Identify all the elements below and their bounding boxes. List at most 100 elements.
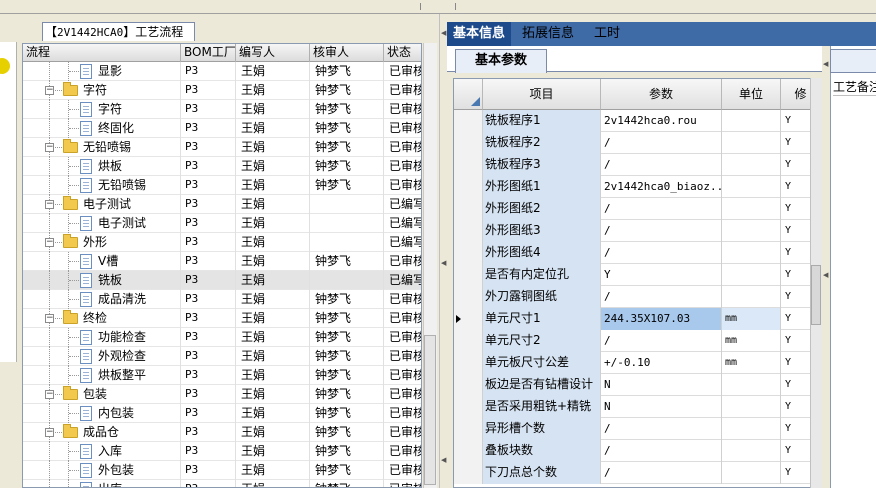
process-notes-tab[interactable] <box>830 49 876 73</box>
chevron-left-icon[interactable]: ◀ <box>441 259 446 268</box>
tree-row[interactable]: 显影 P3 王娟 钟梦飞 已审核 <box>23 62 421 81</box>
parameter-value[interactable]: 2v1442hca0_biaoz... <box>601 176 722 198</box>
grid-scrollbar-thumb[interactable] <box>811 265 821 325</box>
parameter-unit[interactable]: mm <box>722 308 781 330</box>
row-indicator[interactable] <box>454 176 483 198</box>
row-indicator[interactable] <box>454 154 483 176</box>
tree-row[interactable]: 烘板整平 P3 王娟 钟梦飞 已审核 <box>23 366 421 385</box>
parameter-unit[interactable]: mm <box>722 352 781 374</box>
tree-row[interactable]: 字符 P3 王娟 钟梦飞 已审核 <box>23 100 421 119</box>
collapse-icon[interactable]: − <box>45 238 54 247</box>
parameter-unit[interactable] <box>722 264 781 286</box>
parameter-value[interactable]: / <box>601 286 722 308</box>
parameter-row[interactable]: 叠板块数 / Y <box>454 440 814 462</box>
parameter-value[interactable]: / <box>601 242 722 264</box>
panel-splitter[interactable]: ◀ ◀ ◀ <box>439 14 447 488</box>
row-indicator[interactable] <box>454 374 483 396</box>
collapse-icon[interactable]: − <box>45 200 54 209</box>
parameter-row[interactable]: 单元尺寸1 244.35X107.03 mm Y <box>454 308 814 330</box>
splitter-grip-icon[interactable] <box>420 3 456 10</box>
column-header-writer[interactable]: 编写人 <box>236 44 310 62</box>
column-header-item[interactable]: 项目 <box>483 79 601 110</box>
parameter-value[interactable]: / <box>601 198 722 220</box>
parameter-value[interactable]: / <box>601 418 722 440</box>
parameter-row[interactable]: 铣板程序2/Y <box>454 132 814 154</box>
parameter-unit[interactable] <box>722 286 781 308</box>
parameter-value[interactable]: / <box>601 330 722 352</box>
tree-scrollbar-thumb[interactable] <box>424 335 436 485</box>
row-indicator[interactable] <box>454 396 483 418</box>
chevron-left-icon[interactable]: ◀ <box>823 60 828 69</box>
parameter-value[interactable]: N <box>601 396 722 418</box>
parameter-row[interactable]: 异形槽个数 / Y <box>454 418 814 440</box>
tree-row[interactable]: 成品清洗 P3 王娟 钟梦飞 已审核 <box>23 290 421 309</box>
tree-row[interactable]: 内包装 P3 王娟 钟梦飞 已审核 <box>23 404 421 423</box>
tab-extended-info[interactable]: 拓展信息 <box>516 22 580 46</box>
chevron-left-icon[interactable]: ◀ <box>441 29 446 38</box>
tree-row[interactable]: − 外形 P3 王娟 已编写 <box>23 233 421 252</box>
parameter-unit[interactable] <box>722 462 781 484</box>
column-header-reviewer[interactable]: 核审人 <box>310 44 384 62</box>
parameter-unit[interactable] <box>722 374 781 396</box>
parameter-row[interactable]: 外形图纸1 2v1442hca0_biaoz... Y <box>454 176 814 198</box>
row-indicator[interactable] <box>454 242 483 264</box>
tree-row[interactable]: V槽 P3 王娟 钟梦飞 已审核 <box>23 252 421 271</box>
tree-row[interactable]: 入库 P3 王娟 钟梦飞 已审核 <box>23 442 421 461</box>
tree-row[interactable]: 铣板 P3 王娟 已编写 <box>23 271 421 290</box>
parameter-value[interactable]: / <box>601 220 722 242</box>
parameter-unit[interactable] <box>722 418 781 440</box>
tree-row[interactable]: 终固化 P3 王娟 钟梦飞 已审核 <box>23 119 421 138</box>
parameter-unit[interactable] <box>722 396 781 418</box>
column-header-value[interactable]: 参数 <box>601 79 722 110</box>
parameter-value[interactable]: Y <box>601 264 722 286</box>
tree-row[interactable]: 外包装 P3 王娟 钟梦飞 已审核 <box>23 461 421 480</box>
parameter-unit[interactable] <box>722 176 781 198</box>
parameter-unit[interactable]: mm <box>722 330 781 352</box>
row-indicator[interactable] <box>454 330 483 352</box>
chevron-left-icon[interactable]: ◀ <box>441 456 446 465</box>
row-indicator[interactable] <box>454 352 483 374</box>
row-indicator[interactable] <box>454 132 483 154</box>
tab-work-hours[interactable]: 工时 <box>588 22 626 46</box>
tree-row[interactable]: − 无铅喷锡 P3 王娟 钟梦飞 已审核 <box>23 138 421 157</box>
tab-basic-info[interactable]: 基本信息 <box>447 22 512 46</box>
process-tab-title[interactable]: 【2V1442HCA0】工艺流程 <box>42 22 195 41</box>
tree-row[interactable]: − 终检 P3 王娟 钟梦飞 已审核 <box>23 309 421 328</box>
tree-row[interactable]: − 电子测试 P3 王娟 已编写 <box>23 195 421 214</box>
row-indicator[interactable] <box>454 220 483 242</box>
parameter-row[interactable]: 板边是否有钻槽设计 N Y <box>454 374 814 396</box>
column-header-process[interactable]: 流程 <box>23 44 181 62</box>
tree-row[interactable]: 外观检查 P3 王娟 钟梦飞 已审核 <box>23 347 421 366</box>
parameter-value[interactable]: 2v1442hca0.rou <box>601 110 722 132</box>
parameter-row[interactable]: 单元尺寸2/mm Y <box>454 330 814 352</box>
subtab-basic-params[interactable]: 基本参数 <box>455 49 547 73</box>
parameter-row[interactable]: 是否采用粗铣+精铣 N Y <box>454 396 814 418</box>
row-indicator[interactable] <box>454 264 483 286</box>
parameter-value[interactable]: +/-0.10 <box>601 352 722 374</box>
tree-row[interactable]: − 包装 P3 王娟 钟梦飞 已审核 <box>23 385 421 404</box>
row-indicator[interactable] <box>454 462 483 484</box>
parameter-value[interactable]: N <box>601 374 722 396</box>
parameter-row[interactable]: 铣板程序3/Y <box>454 154 814 176</box>
parameter-unit[interactable] <box>722 132 781 154</box>
parameter-value[interactable]: / <box>601 440 722 462</box>
collapse-icon[interactable]: − <box>45 86 54 95</box>
row-indicator[interactable] <box>454 198 483 220</box>
tree-row[interactable]: 出库 P3王娟钟梦飞已审核 <box>23 480 421 487</box>
collapse-icon[interactable]: − <box>45 314 54 323</box>
parameter-value[interactable]: / <box>601 462 722 484</box>
row-indicator[interactable] <box>454 110 483 132</box>
column-header-status[interactable]: 状态 <box>384 44 421 62</box>
column-header-bom-factory[interactable]: BOM工厂 <box>181 44 236 62</box>
parameter-unit[interactable] <box>722 220 781 242</box>
parameter-value[interactable]: / <box>601 132 722 154</box>
chevron-left-icon[interactable]: ◀ <box>823 271 828 280</box>
parameter-unit[interactable] <box>722 110 781 132</box>
parameter-value[interactable]: 244.35X107.03 <box>601 308 722 330</box>
tree-row[interactable]: − 字符 P3 王娟 钟梦飞 已审核 <box>23 81 421 100</box>
parameter-row[interactable]: 外形图纸3/Y <box>454 220 814 242</box>
parameter-row[interactable]: 外形图纸2/Y <box>454 198 814 220</box>
parameter-row[interactable]: 单元板尺寸公差 +/-0.10 mm Y <box>454 352 814 374</box>
collapse-icon[interactable]: − <box>45 143 54 152</box>
collapse-icon[interactable]: − <box>45 428 54 437</box>
